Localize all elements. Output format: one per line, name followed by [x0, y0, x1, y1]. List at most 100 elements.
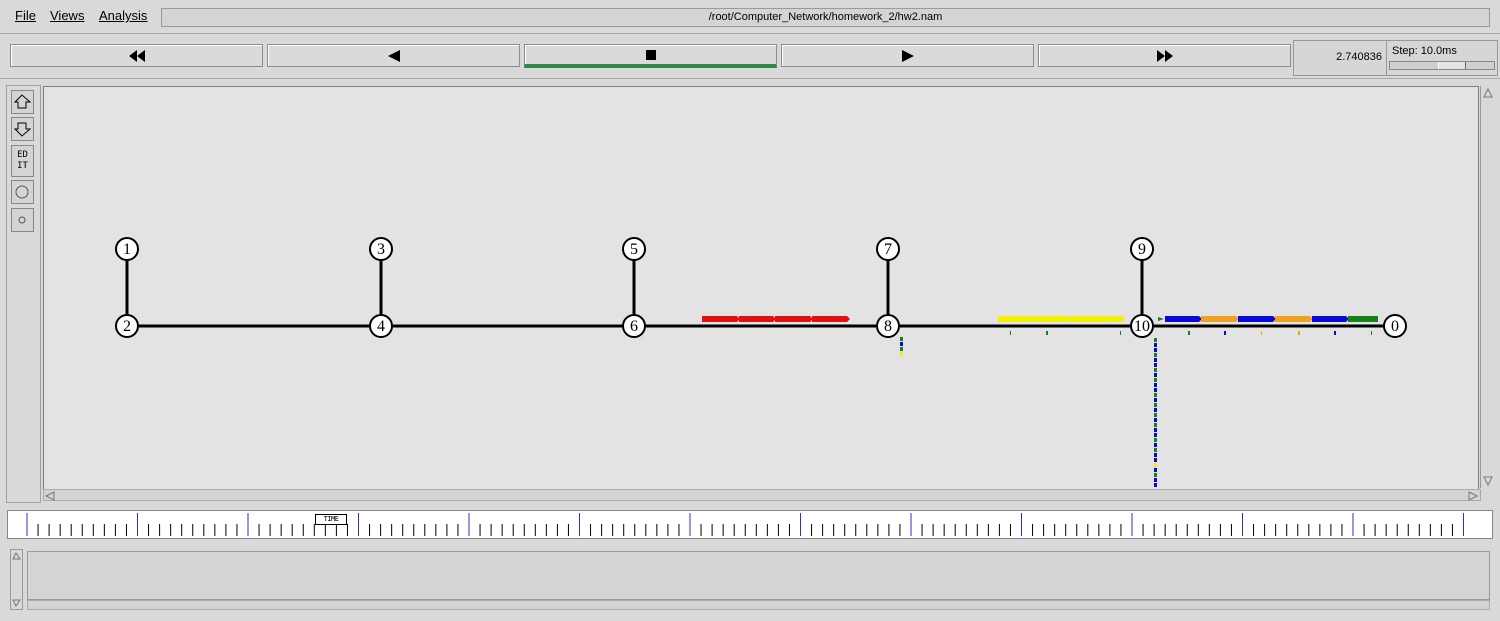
packet-green: [1348, 316, 1378, 322]
horizontal-scrollbar[interactable]: [43, 489, 1481, 501]
network-canvas[interactable]: 1 3 5 7 9 2 4 6 8 10 0: [43, 86, 1479, 490]
queue-packet: [1154, 343, 1157, 347]
add-small-node-button[interactable]: [11, 208, 34, 232]
step-label: Step: 10.0ms: [1392, 45, 1457, 57]
separator-top: [0, 33, 1500, 34]
node-0-label: 0: [1391, 318, 1399, 335]
node-9[interactable]: 9: [1130, 237, 1154, 261]
play-icon: [901, 49, 914, 62]
node-0[interactable]: 0: [1383, 314, 1407, 338]
queue-packet: [1154, 338, 1157, 342]
drop-mark: [1371, 331, 1372, 335]
drop-mark: [1046, 331, 1048, 335]
edit-button[interactable]: ED IT: [11, 145, 34, 177]
scroll-arrows-icon: [1483, 87, 1493, 487]
queue-packet: [1154, 378, 1157, 382]
edit-label-1: ED: [17, 150, 28, 160]
drop-mark: [1120, 331, 1121, 335]
packet-red: [775, 316, 813, 322]
node-5-label: 5: [630, 241, 638, 258]
current-time-value: 2.740836: [1336, 51, 1382, 63]
node-10-queue: [1154, 338, 1157, 487]
queue-packet: [900, 342, 903, 346]
stop-icon: [645, 49, 656, 60]
node-7-label: 7: [884, 241, 892, 258]
stop-button[interactable]: [524, 44, 777, 68]
fast-forward-button[interactable]: [1038, 44, 1291, 67]
rewind-button[interactable]: [10, 44, 263, 67]
queue-packet: [1154, 453, 1157, 457]
queue-packet: [1154, 438, 1157, 442]
queue-packet: [1154, 468, 1157, 472]
packet-green: [1158, 317, 1164, 321]
queue-packet: [1154, 403, 1157, 407]
step-back-button[interactable]: [267, 44, 520, 67]
queue-packet: [1154, 398, 1157, 402]
node-4[interactable]: 4: [369, 314, 393, 338]
node-5[interactable]: 5: [622, 237, 646, 261]
small-circle-icon: [18, 216, 26, 224]
time-marker[interactable]: TIME: [315, 514, 347, 525]
packet-blue: [1238, 316, 1276, 322]
queue-packet: [900, 352, 903, 356]
file-path-title: /root/Computer_Network/homework_2/hw2.na…: [161, 8, 1490, 27]
zoom-in-icon: [13, 94, 32, 109]
packet-orange: [1275, 316, 1313, 322]
edit-label-2: IT: [17, 161, 28, 171]
packet-yellow: [998, 316, 1036, 322]
annotation-hscroll[interactable]: [27, 600, 1490, 610]
node-3-label: 3: [377, 241, 385, 258]
annotation-scroll-icon: [12, 552, 21, 607]
queue-packet: [1154, 478, 1157, 482]
node-4-label: 4: [377, 318, 385, 335]
node-9-label: 9: [1138, 241, 1146, 258]
node-6[interactable]: 6: [622, 314, 646, 338]
step-slider[interactable]: [1389, 61, 1495, 70]
queue-packet: [1154, 368, 1157, 372]
node-3[interactable]: 3: [369, 237, 393, 261]
queue-packet: [900, 347, 903, 351]
menu-analysis[interactable]: Analysis: [99, 8, 147, 23]
node-2[interactable]: 2: [115, 314, 139, 338]
step-slider-thumb[interactable]: [1438, 62, 1466, 69]
node-7[interactable]: 7: [876, 237, 900, 261]
menu-analysis-label: Analysis: [99, 8, 148, 23]
menu-file[interactable]: File: [15, 8, 36, 23]
queue-packet: [1154, 428, 1157, 432]
step-back-icon: [387, 49, 400, 62]
packet-yellow: [1109, 316, 1125, 322]
drop-mark: [1224, 331, 1226, 335]
node-10[interactable]: 10: [1130, 314, 1154, 338]
timeline-ticks: [26, 513, 1464, 536]
hscroll-arrows-icon: [44, 491, 1479, 501]
menu-views[interactable]: Views: [50, 8, 84, 23]
queue-packet: [1154, 463, 1157, 467]
packet-blue: [1312, 316, 1349, 322]
play-button[interactable]: [781, 44, 1034, 67]
packet-yellow: [1035, 316, 1073, 322]
annotation-vscroll[interactable]: [10, 549, 23, 610]
node-8-label: 8: [884, 318, 892, 335]
queue-packet: [1154, 353, 1157, 357]
packet-orange: [1201, 316, 1239, 322]
timeline-bar[interactable]: TIME: [7, 510, 1493, 539]
vertical-scrollbar[interactable]: [1480, 86, 1495, 488]
menu-file-label: File: [15, 8, 36, 23]
drop-mark: [1188, 331, 1190, 335]
queue-packet: [1154, 393, 1157, 397]
add-node-button[interactable]: [11, 180, 34, 204]
packet-yellow: [1072, 316, 1110, 322]
fast-forward-icon: [1156, 49, 1173, 62]
zoom-out-button[interactable]: [11, 117, 34, 141]
packet-blue: [1165, 316, 1202, 322]
zoom-in-button[interactable]: [11, 90, 34, 114]
rewind-icon: [128, 49, 145, 62]
separator-controls: [0, 78, 1500, 79]
queue-packet: [1154, 358, 1157, 362]
queue-packet: [1154, 348, 1157, 352]
node-1[interactable]: 1: [115, 237, 139, 261]
queue-packet: [1154, 483, 1157, 487]
node-6-label: 6: [630, 318, 638, 335]
queue-packet: [1154, 473, 1157, 477]
node-8[interactable]: 8: [876, 314, 900, 338]
